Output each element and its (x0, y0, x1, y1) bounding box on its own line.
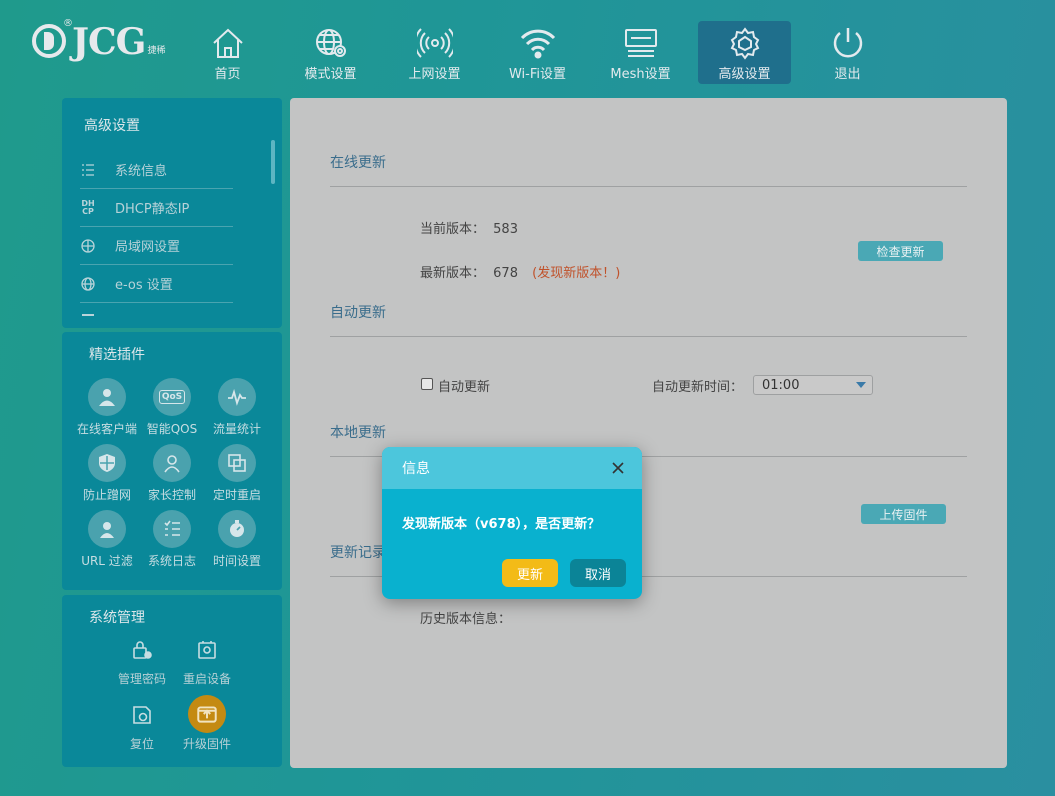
stopwatch-icon (218, 510, 256, 548)
gear-icon (730, 27, 759, 60)
panel-title: 精选插件 (89, 347, 145, 363)
latest-version-label: 最新版本： 678 (发现新版本！) (420, 266, 621, 281)
nav-internet[interactable]: 上网设置 (388, 21, 481, 84)
wifi-icon (520, 29, 555, 59)
reset-icon (124, 697, 160, 733)
panel-scrollbar[interactable] (271, 140, 275, 184)
home-icon (212, 28, 243, 58)
main-content: 在线更新 当前版本： 583 最新版本： 678 (发现新版本！) 检查更新 自… (290, 98, 1007, 768)
plugin-system-log[interactable]: 系统日志 (137, 510, 207, 569)
auto-update-time-label: 自动更新时间： (652, 380, 744, 395)
menu-lan-settings[interactable]: 局域网设置 (80, 227, 233, 265)
panel-title: 高级设置 (84, 118, 140, 134)
plugin-parental-control[interactable]: 家长控制 (137, 444, 207, 503)
plugin-smart-qos[interactable]: QoS 智能QOS (137, 378, 207, 437)
parent-icon (153, 444, 191, 482)
globe-icon (80, 276, 96, 292)
windows-icon (218, 444, 256, 482)
nav-mode[interactable]: 模式设置 (284, 21, 377, 84)
globe-gear-icon (315, 29, 346, 57)
brand-logo: ® JCG 捷稀 (32, 18, 166, 63)
logo-sub: 捷稀 (147, 46, 166, 56)
auto-update-checkbox[interactable] (421, 378, 433, 390)
history-version-label: 历史版本信息： (420, 612, 512, 627)
panel-title: 系统管理 (89, 610, 145, 626)
sys-reboot-device[interactable]: 重启设备 (174, 632, 240, 687)
section-update-log-title: 更新记录 (330, 545, 386, 561)
nav-home[interactable]: 首页 (181, 21, 274, 84)
sys-upgrade-firmware[interactable]: 升级固件 (174, 695, 240, 752)
divider (330, 336, 967, 337)
menu-eos-settings[interactable]: e-os 设置 (80, 265, 233, 303)
menu-system-info[interactable]: 系统信息 (80, 151, 233, 189)
broadcast-icon (416, 28, 453, 58)
logo-mark-icon (32, 24, 66, 58)
auto-update-time-select[interactable]: 01:00 (753, 375, 873, 395)
nav-mesh[interactable]: Mesh设置 (594, 21, 687, 84)
plugin-time-settings[interactable]: 时间设置 (202, 510, 272, 569)
shield-icon (88, 444, 126, 482)
logo-reg: ® (63, 18, 73, 29)
power-icon (833, 28, 862, 58)
dialog-message: 发现新版本（v678），是否更新？ (402, 517, 601, 532)
plugin-url-filter[interactable]: URL 过滤 (72, 510, 142, 569)
nav-advanced[interactable]: 高级设置 (698, 21, 791, 84)
lock-gear-icon (124, 632, 160, 668)
pulse-icon (218, 378, 256, 416)
current-version-label: 当前版本： 583 (420, 222, 518, 237)
nav-wifi[interactable]: Wi-Fi设置 (491, 21, 584, 84)
plugin-online-clients[interactable]: 在线客户端 (72, 378, 142, 437)
cancel-button[interactable]: 取消 (570, 559, 626, 587)
current-version-value: 583 (493, 222, 518, 237)
dhcp-icon: DH CP (81, 198, 95, 216)
plugin-traffic-stats[interactable]: 流量统计 (202, 378, 272, 437)
plugin-scheduled-reboot[interactable]: 定时重启 (202, 444, 272, 503)
user-icon (88, 378, 126, 416)
section-online-update-title: 在线更新 (330, 155, 386, 171)
log-icon (153, 510, 191, 548)
check-update-button[interactable]: 检查更新 (858, 241, 943, 261)
update-confirm-dialog: 信息 发现新版本（v678），是否更新？ 更新 取消 (382, 447, 642, 599)
plugin-anti-freeload[interactable]: 防止蹭网 (72, 444, 142, 503)
dialog-title: 信息 (402, 461, 430, 477)
list-icon (80, 162, 96, 178)
url-filter-icon (88, 510, 126, 548)
section-auto-update-title: 自动更新 (330, 305, 386, 321)
auto-update-label: 自动更新 (438, 380, 491, 395)
close-icon[interactable] (610, 460, 626, 476)
logo-text: JCG (72, 21, 146, 63)
section-local-update-title: 本地更新 (330, 425, 386, 441)
upload-firmware-button[interactable]: 上传固件 (861, 504, 946, 524)
dialog-header: 信息 (382, 447, 642, 489)
new-version-note: (发现新版本！) (532, 266, 621, 281)
nav-logout[interactable]: 退出 (801, 21, 894, 84)
lan-globe-icon (80, 238, 96, 254)
reboot-icon (189, 632, 225, 668)
sys-admin-password[interactable]: 管理密码 (109, 632, 175, 687)
chevron-down-icon (856, 382, 866, 388)
latest-version-value: 678 (493, 266, 518, 281)
menu-overflow-icon (82, 314, 94, 317)
upload-icon (188, 695, 226, 733)
confirm-update-button[interactable]: 更新 (502, 559, 558, 587)
divider (330, 186, 967, 187)
mesh-icon (624, 29, 657, 57)
sys-reset[interactable]: 复位 (109, 697, 175, 752)
menu-dhcp-static-ip[interactable]: DH CP DHCP静态IP (80, 189, 233, 227)
qos-icon: QoS (153, 378, 191, 416)
